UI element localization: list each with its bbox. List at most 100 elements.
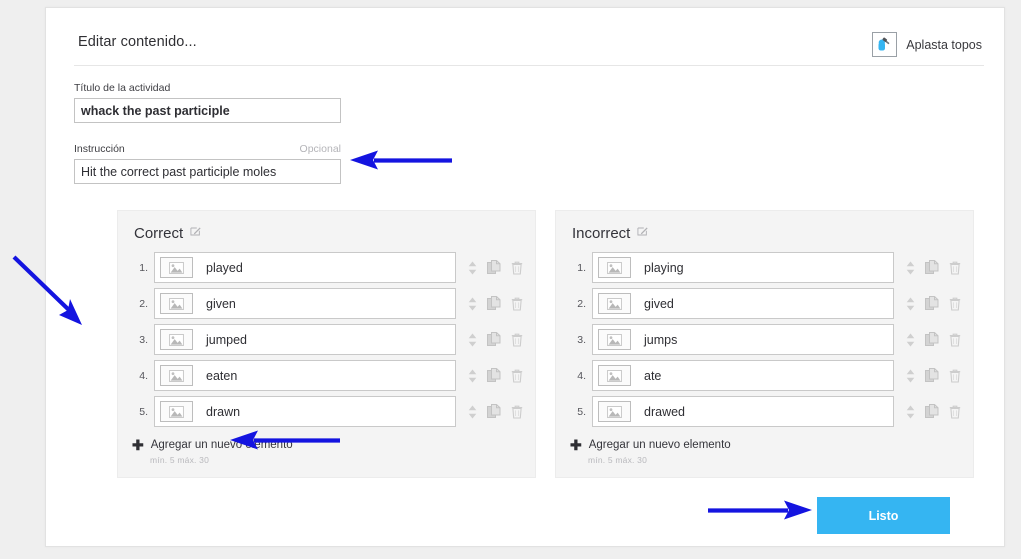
sort-updown-icon[interactable] bbox=[468, 369, 477, 383]
copy-icon[interactable] bbox=[487, 368, 501, 383]
list-item-text: jumped bbox=[206, 332, 247, 347]
trash-icon[interactable] bbox=[949, 369, 961, 383]
list-item-text: gived bbox=[644, 296, 674, 311]
trash-icon[interactable] bbox=[511, 369, 523, 383]
list-item-input[interactable]: drawn bbox=[154, 396, 456, 427]
list-item-actions bbox=[456, 332, 523, 347]
incorrect-minmax-hint: mín. 5 máx. 30 bbox=[588, 455, 648, 465]
correct-add-block: ✚ Agregar un nuevo elemento mín. 5 máx. … bbox=[118, 432, 535, 465]
copy-icon[interactable] bbox=[925, 368, 939, 383]
list-item-input[interactable]: playing bbox=[592, 252, 894, 283]
list-item-text: ate bbox=[644, 368, 662, 383]
done-button[interactable]: Listo bbox=[817, 497, 950, 534]
copy-icon[interactable] bbox=[487, 332, 501, 347]
list-item-text: jumps bbox=[644, 332, 678, 347]
sort-updown-icon[interactable] bbox=[906, 333, 915, 347]
trash-icon[interactable] bbox=[511, 333, 523, 347]
incorrect-panel-header: Incorrect bbox=[556, 211, 973, 242]
instruction-optional-tag: Opcional bbox=[299, 143, 341, 155]
sort-updown-icon[interactable] bbox=[468, 333, 477, 347]
incorrect-panel-title: Incorrect bbox=[572, 224, 631, 242]
image-placeholder-icon[interactable] bbox=[598, 293, 631, 314]
incorrect-item-list: 1. playing 2. gived 3. jumps 4. ate 5. drawed bbox=[556, 252, 973, 427]
list-item-actions bbox=[456, 296, 523, 311]
plus-icon: ✚ bbox=[132, 437, 144, 453]
list-item: 2. given bbox=[130, 288, 523, 319]
list-item: 5. drawed bbox=[568, 396, 961, 427]
list-item-input[interactable]: jumps bbox=[592, 324, 894, 355]
trash-icon[interactable] bbox=[949, 333, 961, 347]
brand: Aplasta topos bbox=[872, 32, 982, 57]
list-item-text: drawn bbox=[206, 404, 241, 419]
trash-icon[interactable] bbox=[949, 405, 961, 419]
sort-updown-icon[interactable] bbox=[906, 297, 915, 311]
list-item-index: 3. bbox=[139, 333, 148, 346]
list-item-actions bbox=[456, 260, 523, 275]
list-item-index: 2. bbox=[577, 297, 586, 310]
list-item-input[interactable]: drawed bbox=[592, 396, 894, 427]
list-item-text: played bbox=[206, 260, 243, 275]
copy-icon[interactable] bbox=[925, 296, 939, 311]
correct-add-new-item-button[interactable]: ✚ Agregar un nuevo elemento bbox=[132, 438, 535, 452]
list-item: 3. jumped bbox=[130, 324, 523, 355]
image-placeholder-icon[interactable] bbox=[160, 401, 193, 422]
correct-panel-header: Correct bbox=[118, 211, 535, 242]
copy-icon[interactable] bbox=[925, 332, 939, 347]
list-item-input[interactable]: eaten bbox=[154, 360, 456, 391]
instruction-label-row: Instrucción Opcional bbox=[74, 143, 341, 155]
edit-pencil-icon[interactable] bbox=[637, 224, 648, 242]
correct-panel-title: Correct bbox=[134, 224, 184, 242]
incorrect-add-block: ✚ Agregar un nuevo elemento mín. 5 máx. … bbox=[556, 432, 973, 465]
list-item-text: given bbox=[206, 296, 236, 311]
instruction-field-group: Instrucción Opcional bbox=[74, 143, 341, 184]
list-item: 2. gived bbox=[568, 288, 961, 319]
list-item-input[interactable]: ate bbox=[592, 360, 894, 391]
edit-pencil-icon[interactable] bbox=[190, 224, 201, 242]
trash-icon[interactable] bbox=[949, 261, 961, 275]
sort-updown-icon[interactable] bbox=[906, 405, 915, 419]
incorrect-add-new-item-label: Agregar un nuevo elemento bbox=[588, 439, 731, 451]
trash-icon[interactable] bbox=[511, 297, 523, 311]
list-item-index: 1. bbox=[577, 261, 586, 274]
activity-title-label-row: Título de la actividad bbox=[74, 82, 341, 94]
list-item-input[interactable]: played bbox=[154, 252, 456, 283]
header-divider bbox=[74, 65, 984, 66]
image-placeholder-icon[interactable] bbox=[160, 329, 193, 350]
plus-icon: ✚ bbox=[570, 437, 582, 453]
image-placeholder-icon[interactable] bbox=[598, 257, 631, 278]
copy-icon[interactable] bbox=[487, 296, 501, 311]
copy-icon[interactable] bbox=[487, 260, 501, 275]
image-placeholder-icon[interactable] bbox=[598, 329, 631, 350]
list-item-index: 5. bbox=[577, 405, 586, 418]
activity-title-field-group: Título de la actividad bbox=[74, 82, 341, 123]
image-placeholder-icon[interactable] bbox=[598, 401, 631, 422]
instruction-input[interactable] bbox=[74, 159, 341, 184]
sort-updown-icon[interactable] bbox=[468, 405, 477, 419]
list-item: 3. jumps bbox=[568, 324, 961, 355]
trash-icon[interactable] bbox=[949, 297, 961, 311]
copy-icon[interactable] bbox=[487, 404, 501, 419]
trash-icon[interactable] bbox=[511, 405, 523, 419]
image-placeholder-icon[interactable] bbox=[598, 365, 631, 386]
activity-title-input[interactable] bbox=[74, 98, 341, 123]
sort-updown-icon[interactable] bbox=[468, 297, 477, 311]
list-item-input[interactable]: given bbox=[154, 288, 456, 319]
sort-updown-icon[interactable] bbox=[906, 261, 915, 275]
sort-updown-icon[interactable] bbox=[468, 261, 477, 275]
incorrect-add-new-item-button[interactable]: ✚ Agregar un nuevo elemento bbox=[570, 438, 973, 452]
copy-icon[interactable] bbox=[925, 404, 939, 419]
list-item-actions bbox=[894, 332, 961, 347]
sort-updown-icon[interactable] bbox=[906, 369, 915, 383]
image-placeholder-icon[interactable] bbox=[160, 365, 193, 386]
image-placeholder-icon[interactable] bbox=[160, 293, 193, 314]
list-item-input[interactable]: gived bbox=[592, 288, 894, 319]
copy-icon[interactable] bbox=[925, 260, 939, 275]
trash-icon[interactable] bbox=[511, 261, 523, 275]
list-item-input[interactable]: jumped bbox=[154, 324, 456, 355]
list-item: 4. eaten bbox=[130, 360, 523, 391]
list-item-actions bbox=[894, 260, 961, 275]
image-placeholder-icon[interactable] bbox=[160, 257, 193, 278]
list-item-actions bbox=[456, 404, 523, 419]
mole-hammer-icon bbox=[872, 32, 898, 57]
list-item: 1. playing bbox=[568, 252, 961, 283]
